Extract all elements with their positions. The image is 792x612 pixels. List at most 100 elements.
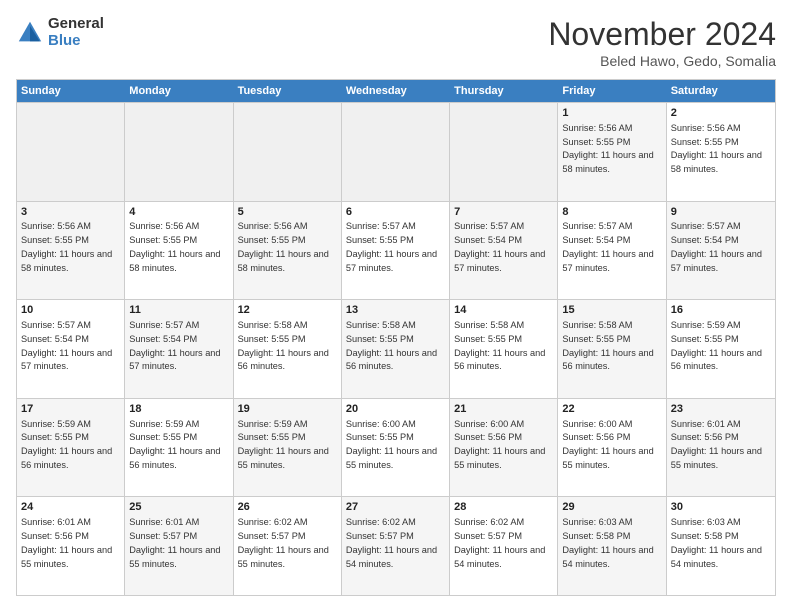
calendar-cell: 18 Sunrise: 5:59 AMSunset: 5:55 PMDayligh… — [125, 399, 233, 497]
day-info: Sunrise: 5:56 AMSunset: 5:55 PMDaylight:… — [671, 123, 762, 174]
day-info: Sunrise: 5:59 AMSunset: 5:55 PMDaylight:… — [238, 419, 329, 470]
logo-blue: Blue — [48, 33, 104, 50]
day-info: Sunrise: 5:57 AMSunset: 5:54 PMDaylight:… — [21, 320, 112, 371]
day-info: Sunrise: 5:59 AMSunset: 5:55 PMDaylight:… — [671, 320, 762, 371]
title-block: November 2024 Beled Hawo, Gedo, Somalia — [548, 16, 776, 69]
calendar-cell: 8Sunrise: 5:57 AMSunset: 5:54 PMDaylight… — [558, 202, 666, 300]
calendar-cell: 16 Sunrise: 5:59 AMSunset: 5:55 PMDayligh… — [667, 300, 775, 398]
day-info: Sunrise: 5:58 AMSunset: 5:55 PMDaylight:… — [346, 320, 437, 371]
day-number: 1 — [562, 106, 661, 121]
day-info: Sunrise: 5:58 AMSunset: 5:55 PMDaylight:… — [562, 320, 653, 371]
month-title: November 2024 — [548, 16, 776, 53]
day-info: Sunrise: 5:59 AMSunset: 5:55 PMDaylight:… — [129, 419, 220, 470]
logo-text: General Blue — [48, 16, 104, 49]
day-number: 11 — [129, 303, 228, 318]
calendar-cell: 26Sunrise: 6:02 AMSunset: 5:57 PMDayligh… — [234, 497, 342, 595]
day-info: Sunrise: 6:03 AMSunset: 5:58 PMDaylight:… — [671, 517, 762, 568]
day-info: Sunrise: 5:57 AMSunset: 5:54 PMDaylight:… — [562, 221, 653, 272]
calendar-cell: 2 Sunrise: 5:56 AMSunset: 5:55 PMDaylight… — [667, 103, 775, 201]
calendar-cell: 7Sunrise: 5:57 AMSunset: 5:54 PMDaylight… — [450, 202, 558, 300]
calendar-cell: 15 Sunrise: 5:58 AMSunset: 5:55 PMDayligh… — [558, 300, 666, 398]
day-info: Sunrise: 5:56 AMSunset: 5:55 PMDaylight:… — [238, 221, 329, 272]
calendar-cell: 3Sunrise: 5:56 AMSunset: 5:55 PMDaylight… — [17, 202, 125, 300]
day-info: Sunrise: 6:00 AMSunset: 5:56 PMDaylight:… — [454, 419, 545, 470]
calendar-cell: 9Sunrise: 5:57 AMSunset: 5:54 PMDaylight… — [667, 202, 775, 300]
calendar-cell: 13 Sunrise: 5:58 AMSunset: 5:55 PMDayligh… — [342, 300, 450, 398]
weekday-header: Thursday — [450, 80, 558, 102]
day-info: Sunrise: 6:03 AMSunset: 5:58 PMDaylight:… — [562, 517, 653, 568]
day-number: 30 — [671, 500, 771, 515]
day-number: 17 — [21, 402, 120, 417]
day-number: 10 — [21, 303, 120, 318]
day-number: 21 — [454, 402, 553, 417]
calendar-cell: 24Sunrise: 6:01 AMSunset: 5:56 PMDayligh… — [17, 497, 125, 595]
day-info: Sunrise: 5:56 AMSunset: 5:55 PMDaylight:… — [129, 221, 220, 272]
calendar-cell — [342, 103, 450, 201]
calendar-cell — [450, 103, 558, 201]
day-number: 13 — [346, 303, 445, 318]
day-info: Sunrise: 6:00 AMSunset: 5:55 PMDaylight:… — [346, 419, 437, 470]
calendar-cell: 5Sunrise: 5:56 AMSunset: 5:55 PMDaylight… — [234, 202, 342, 300]
day-number: 22 — [562, 402, 661, 417]
day-number: 29 — [562, 500, 661, 515]
calendar-cell — [125, 103, 233, 201]
calendar-cell: 10 Sunrise: 5:57 AMSunset: 5:54 PMDayligh… — [17, 300, 125, 398]
calendar-row: 24Sunrise: 6:01 AMSunset: 5:56 PMDayligh… — [17, 496, 775, 595]
day-info: Sunrise: 6:02 AMSunset: 5:57 PMDaylight:… — [346, 517, 437, 568]
day-info: Sunrise: 6:02 AMSunset: 5:57 PMDaylight:… — [238, 517, 329, 568]
calendar-cell: 11Sunrise: 5:57 AMSunset: 5:54 PMDayligh… — [125, 300, 233, 398]
calendar-cell: 30 Sunrise: 6:03 AMSunset: 5:58 PMDayligh… — [667, 497, 775, 595]
day-info: Sunrise: 5:57 AMSunset: 5:55 PMDaylight:… — [346, 221, 437, 272]
page: General Blue November 2024 Beled Hawo, G… — [0, 0, 792, 612]
header: General Blue November 2024 Beled Hawo, G… — [16, 16, 776, 69]
calendar-cell: 19 Sunrise: 5:59 AMSunset: 5:55 PMDayligh… — [234, 399, 342, 497]
day-number: 14 — [454, 303, 553, 318]
day-info: Sunrise: 6:00 AMSunset: 5:56 PMDaylight:… — [562, 419, 653, 470]
day-number: 16 — [671, 303, 771, 318]
day-number: 12 — [238, 303, 337, 318]
day-number: 23 — [671, 402, 771, 417]
day-number: 8 — [562, 205, 661, 220]
day-number: 2 — [671, 106, 771, 121]
calendar-cell: 12 Sunrise: 5:58 AMSunset: 5:55 PMDayligh… — [234, 300, 342, 398]
calendar-cell: 29 Sunrise: 6:03 AMSunset: 5:58 PMDayligh… — [558, 497, 666, 595]
logo-general: General — [48, 16, 104, 33]
day-number: 19 — [238, 402, 337, 417]
day-info: Sunrise: 5:58 AMSunset: 5:55 PMDaylight:… — [454, 320, 545, 371]
day-number: 28 — [454, 500, 553, 515]
day-info: Sunrise: 6:01 AMSunset: 5:56 PMDaylight:… — [671, 419, 762, 470]
day-info: Sunrise: 5:59 AMSunset: 5:55 PMDaylight:… — [21, 419, 112, 470]
calendar-body: 1 Sunrise: 5:56 AMSunset: 5:55 PMDaylight… — [17, 102, 775, 595]
calendar-cell: 28Sunrise: 6:02 AMSunset: 5:57 PMDayligh… — [450, 497, 558, 595]
calendar-cell — [17, 103, 125, 201]
weekday-header: Wednesday — [342, 80, 450, 102]
day-info: Sunrise: 5:56 AMSunset: 5:55 PMDaylight:… — [21, 221, 112, 272]
calendar-cell: 21 Sunrise: 6:00 AMSunset: 5:56 PMDayligh… — [450, 399, 558, 497]
day-number: 4 — [129, 205, 228, 220]
day-number: 3 — [21, 205, 120, 220]
calendar-cell: 17 Sunrise: 5:59 AMSunset: 5:55 PMDayligh… — [17, 399, 125, 497]
day-info: Sunrise: 5:56 AMSunset: 5:55 PMDaylight:… — [562, 123, 653, 174]
day-number: 6 — [346, 205, 445, 220]
weekday-header: Saturday — [667, 80, 775, 102]
calendar-cell: 27Sunrise: 6:02 AMSunset: 5:57 PMDayligh… — [342, 497, 450, 595]
calendar-cell: 22 Sunrise: 6:00 AMSunset: 5:56 PMDayligh… — [558, 399, 666, 497]
calendar-cell: 25Sunrise: 6:01 AMSunset: 5:57 PMDayligh… — [125, 497, 233, 595]
calendar-row: 1 Sunrise: 5:56 AMSunset: 5:55 PMDaylight… — [17, 102, 775, 201]
location: Beled Hawo, Gedo, Somalia — [548, 53, 776, 69]
day-number: 15 — [562, 303, 661, 318]
day-number: 9 — [671, 205, 771, 220]
day-number: 18 — [129, 402, 228, 417]
calendar-cell: 20 Sunrise: 6:00 AMSunset: 5:55 PMDayligh… — [342, 399, 450, 497]
calendar-cell: 1 Sunrise: 5:56 AMSunset: 5:55 PMDaylight… — [558, 103, 666, 201]
day-info: Sunrise: 5:58 AMSunset: 5:55 PMDaylight:… — [238, 320, 329, 371]
day-number: 20 — [346, 402, 445, 417]
calendar-row: 3Sunrise: 5:56 AMSunset: 5:55 PMDaylight… — [17, 201, 775, 300]
weekday-header: Tuesday — [234, 80, 342, 102]
day-info: Sunrise: 5:57 AMSunset: 5:54 PMDaylight:… — [671, 221, 762, 272]
calendar-cell: 14 Sunrise: 5:58 AMSunset: 5:55 PMDayligh… — [450, 300, 558, 398]
day-info: Sunrise: 6:01 AMSunset: 5:57 PMDaylight:… — [129, 517, 220, 568]
weekday-header: Sunday — [17, 80, 125, 102]
calendar-cell: 23 Sunrise: 6:01 AMSunset: 5:56 PMDayligh… — [667, 399, 775, 497]
day-info: Sunrise: 6:01 AMSunset: 5:56 PMDaylight:… — [21, 517, 112, 568]
